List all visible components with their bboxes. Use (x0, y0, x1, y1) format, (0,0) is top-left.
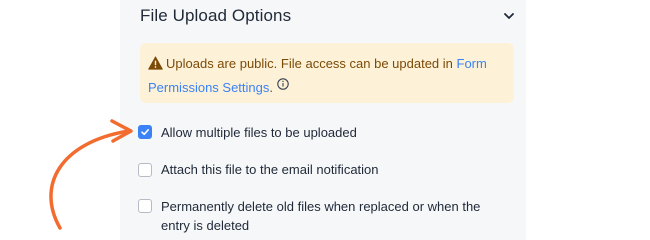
attach-to-email-label[interactable]: Attach this file to the email notificati… (161, 160, 511, 179)
notice-message: Uploads are public. File access can be u… (166, 56, 457, 71)
attach-to-email-checkbox[interactable] (138, 163, 152, 177)
warning-icon (148, 55, 163, 70)
info-icon[interactable] (277, 75, 289, 90)
file-upload-options-panel: File Upload Options Uploads are public. … (120, 0, 526, 240)
notice-text: Uploads are public. File access can be u… (148, 53, 493, 99)
public-uploads-notice: Uploads are public. File access can be u… (140, 43, 514, 103)
allow-multiple-files-checkbox[interactable] (138, 125, 152, 139)
chevron-down-icon[interactable] (502, 9, 516, 23)
file-upload-options-header[interactable]: File Upload Options (140, 0, 516, 34)
allow-multiple-files-label[interactable]: Allow multiple files to be uploaded (161, 123, 511, 142)
delete-old-files-checkbox[interactable] (138, 199, 152, 213)
section-title: File Upload Options (140, 6, 292, 25)
delete-old-files-label[interactable]: Permanently delete old files when replac… (161, 197, 511, 235)
notice-period: . (269, 80, 274, 95)
